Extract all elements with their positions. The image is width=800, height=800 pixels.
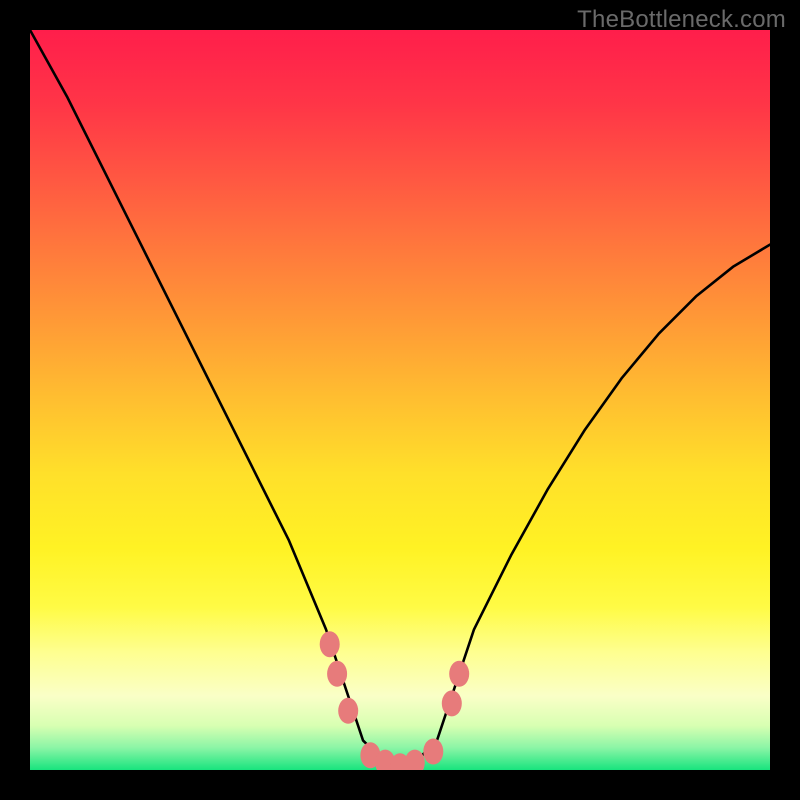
- highlight-marker: [338, 698, 358, 724]
- outer-frame: TheBottleneck.com: [0, 0, 800, 800]
- plot-svg: [30, 30, 770, 770]
- watermark-label: TheBottleneck.com: [577, 6, 786, 34]
- highlight-marker: [423, 739, 443, 765]
- plot-area: [30, 30, 770, 770]
- gradient-background: [30, 30, 770, 770]
- highlight-marker: [449, 661, 469, 687]
- highlight-marker: [327, 661, 347, 687]
- highlight-marker: [442, 690, 462, 716]
- highlight-marker: [320, 631, 340, 657]
